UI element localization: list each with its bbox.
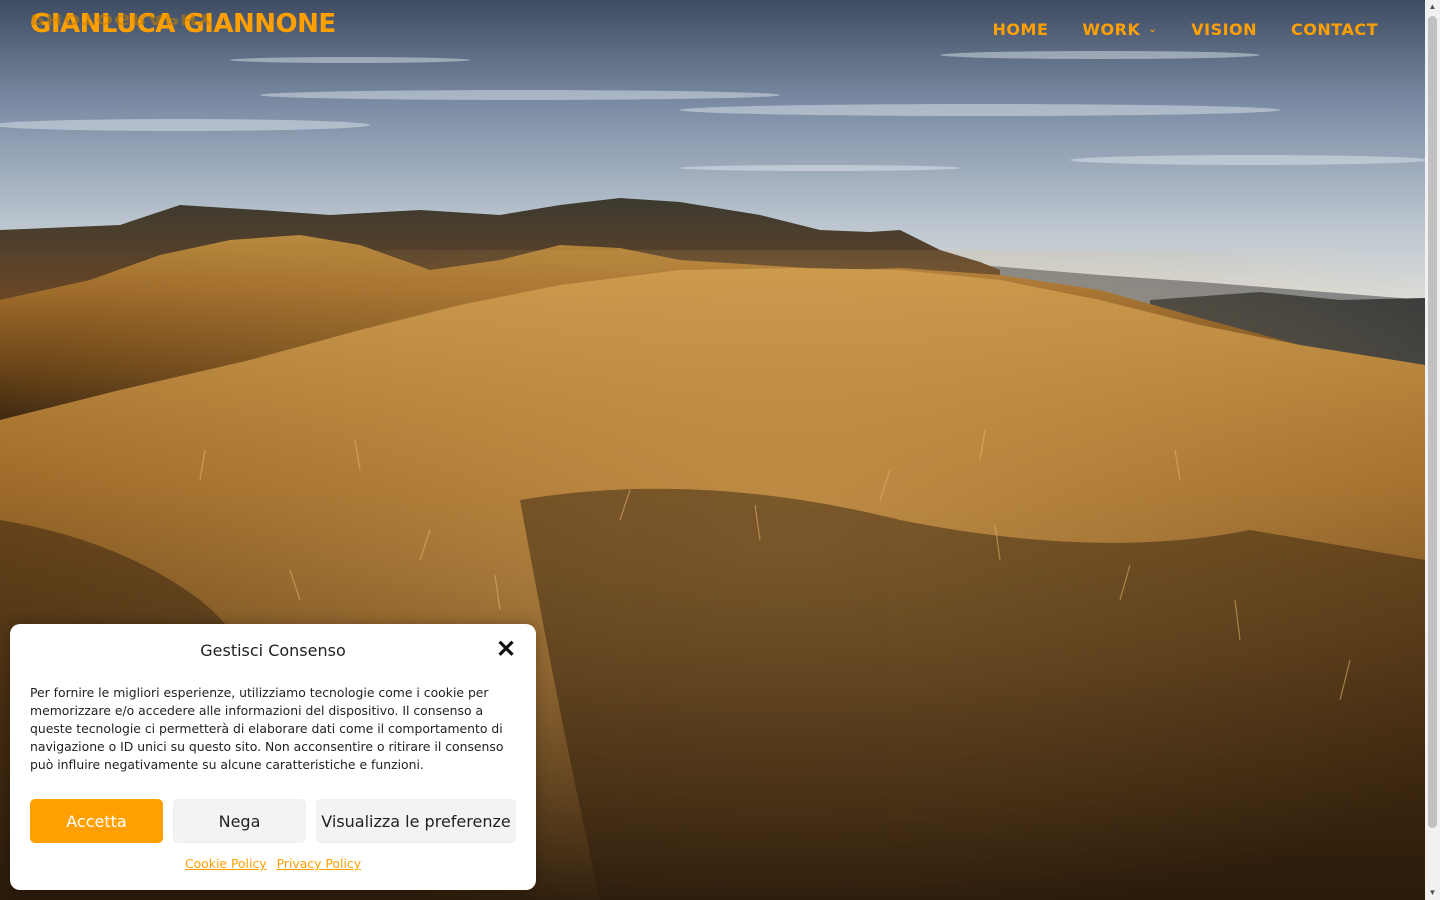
deny-button[interactable]: Nega (173, 799, 306, 843)
page-scrollbar[interactable]: ▲ ▼ (1425, 0, 1440, 900)
consent-policy-links: Cookie Policy Privacy Policy (10, 856, 536, 871)
consent-message: Per fornire le migliori esperienze, util… (30, 685, 504, 772)
scrollbar-thumb[interactable] (1428, 16, 1437, 828)
nav-item-home[interactable]: HOME (993, 20, 1049, 39)
chevron-down-icon[interactable]: ⌄ (1148, 24, 1157, 35)
view-preferences-button[interactable]: Visualizza le preferenze (316, 799, 516, 843)
site-logo[interactable]: GIANLUCA GIANNONE PHOTOGRAPHY (30, 10, 336, 38)
nav-item-label: CONTACT (1291, 20, 1378, 39)
privacy-policy-link[interactable]: Privacy Policy (277, 856, 361, 871)
main-navigation: HOME WORK ⌄ VISION CONTACT (993, 20, 1378, 39)
nav-item-contact[interactable]: CONTACT (1291, 20, 1378, 39)
scroll-down-arrow-icon[interactable]: ▼ (1425, 886, 1440, 900)
consent-title: Gestisci Consenso (200, 641, 346, 660)
site-logo-subtitle: PHOTOGRAPHY (30, 10, 214, 28)
cookie-policy-link[interactable]: Cookie Policy (185, 856, 267, 871)
close-icon[interactable]: ✕ (496, 638, 516, 662)
nav-item-label: WORK (1082, 20, 1141, 39)
scroll-up-arrow-icon[interactable]: ▲ (1425, 0, 1440, 14)
nav-item-vision[interactable]: VISION (1191, 20, 1257, 39)
accept-button[interactable]: Accetta (30, 799, 163, 843)
nav-item-label: VISION (1191, 20, 1258, 39)
page: GIANLUCA GIANNONE PHOTOGRAPHY HOME WORK … (0, 0, 1440, 900)
nav-item-work[interactable]: WORK ⌄ (1082, 20, 1157, 39)
cookie-consent-dialog: Gestisci Consenso ✕ Per fornire le migli… (10, 624, 536, 890)
nav-item-label: HOME (992, 20, 1049, 39)
